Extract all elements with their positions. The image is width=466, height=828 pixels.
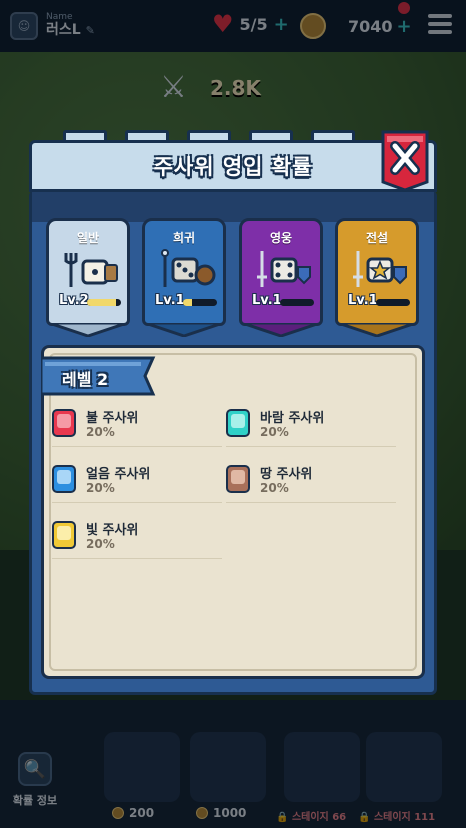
tier-progress-fill	[183, 299, 192, 306]
tier-level: Lv.2	[59, 293, 89, 308]
light-dice-icon	[52, 521, 76, 549]
tier-tab-epic[interactable]: 영웅 Lv.1	[239, 218, 323, 337]
dice-entry-wind: 바람 주사위 20%	[226, 403, 396, 447]
probability-panel: 레벨 2 불 주사위 20% 바람 주사위 20% 얼음 주사위 20% 땅 주…	[41, 345, 425, 679]
tier-progress-fill	[87, 299, 116, 306]
dice-probability: 20%	[86, 481, 115, 495]
tier-tab-tip	[241, 323, 321, 337]
dice-entry-earth: 땅 주사위 20%	[226, 459, 396, 503]
tier-tab-tip	[48, 323, 128, 337]
sword-star-dice-icon	[353, 251, 407, 287]
tier-tab-rare[interactable]: 희귀 Lv.1	[142, 218, 226, 337]
dice-name: 불 주사위	[86, 411, 139, 426]
close-button[interactable]	[381, 130, 429, 192]
tier-name: 전설	[365, 231, 389, 245]
tier-progress-bar	[183, 299, 217, 306]
level-label: 레벨 2	[62, 370, 109, 389]
tier-progress-bar	[376, 299, 410, 306]
dice-probability: 20%	[86, 425, 115, 439]
dice-name: 얼음 주사위	[86, 467, 151, 482]
panel-inner-border	[49, 353, 417, 671]
dialog-title: 주사위 영입 확률	[153, 155, 313, 179]
tier-name: 희귀	[172, 231, 196, 245]
tier-level: Lv.1	[252, 293, 282, 308]
dice-entry-ice: 얼음 주사위 20%	[52, 459, 222, 503]
trident-dice-icon	[64, 253, 118, 287]
dice-recruit-probability-dialog: 주사위 영입 확률 일반 Lv.2 희귀 Lv.1 영웅 Lv.1 전설 Lv.…	[29, 130, 437, 695]
wind-dice-icon	[226, 409, 250, 437]
dice-probability: 20%	[86, 537, 115, 551]
tier-tab-legendary[interactable]: 전설 Lv.1	[335, 218, 419, 337]
tier-name: 일반	[76, 231, 100, 245]
tier-level: Lv.1	[348, 293, 378, 308]
tier-level: Lv.1	[155, 293, 185, 308]
dice-name: 땅 주사위	[260, 467, 313, 482]
dice-probability: 20%	[260, 425, 289, 439]
sword-dice-shield-icon	[257, 251, 311, 287]
fire-dice-icon	[52, 409, 76, 437]
dice-entry-fire: 불 주사위 20%	[52, 403, 222, 447]
ice-dice-icon	[52, 465, 76, 493]
dice-probability: 20%	[260, 481, 289, 495]
dice-name: 빛 주사위	[86, 523, 139, 538]
tier-name: 영웅	[269, 231, 293, 245]
dice-entry-light: 빛 주사위 20%	[52, 515, 222, 559]
dialog-header: 주사위 영입 확률	[29, 140, 437, 192]
tier-tab-tip	[144, 323, 224, 337]
earth-dice-icon	[226, 465, 250, 493]
tier-tab-common[interactable]: 일반 Lv.2	[46, 218, 130, 337]
tier-progress-bar	[280, 299, 314, 306]
dice-name: 바람 주사위	[260, 411, 325, 426]
tier-progress-bar	[87, 299, 121, 306]
tier-tab-tip	[337, 323, 417, 337]
staff-dice-shield-icon	[161, 249, 216, 287]
